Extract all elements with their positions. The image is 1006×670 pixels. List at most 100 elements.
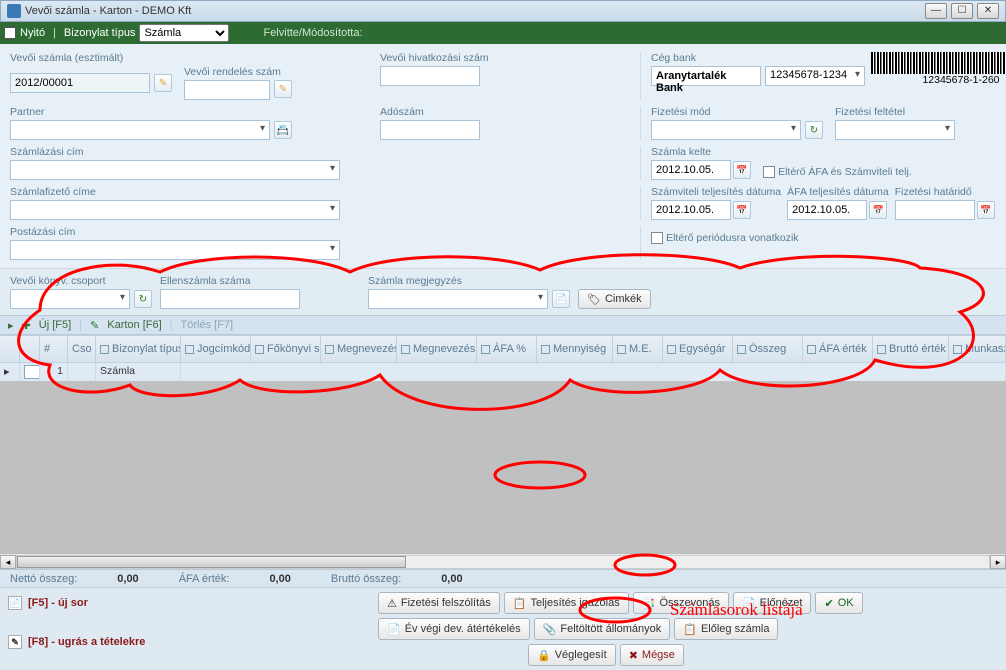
payment-mode-select[interactable] [651,120,801,140]
lines-toolbar: ▸ ✚ Új [F5] | ✎ Karton [F6] | Törlés [F7… [0,315,1006,335]
invoice-date-calendar-icon[interactable]: 📅 [733,161,751,179]
col-fokonyvi[interactable]: Főkönyvi számlaszám [251,336,321,363]
minimize-button[interactable]: — [925,3,947,19]
edit-order-icon[interactable]: ✎ [274,80,292,98]
karton-icon[interactable]: ✎ [90,319,99,332]
expand-icon[interactable]: ▸ [8,319,14,332]
cancel-button[interactable]: ✖Mégse [620,644,684,666]
col-type[interactable]: Bizonylat típus [96,336,181,363]
bank-account-select[interactable]: 12345678-1234 [765,66,865,86]
col-megnev[interactable]: Megnevezés [321,336,397,363]
col-megnev-idegen[interactable]: Megnevezés idegen nyelven [397,336,477,363]
invoice-number-input[interactable] [10,73,150,93]
karton-label[interactable]: Karton [F6] [107,319,161,331]
lines-grid: # Cso Bizonylat típus Jogcímkód Főkönyvi… [0,335,1006,569]
diff-period-label: Eltérő periódusra vonatkozik [666,232,799,244]
bank-name: Aranytartalék Bank [651,66,761,86]
hint-f8: ✎ [F8] - ugrás a tételekre [8,618,368,666]
payment-mode-refresh-icon[interactable]: ↻ [805,121,823,139]
mailing-address-select[interactable] [10,240,340,260]
accounting-date-label: Számviteli teljesítés dátuma [651,186,781,198]
scroll-left-icon[interactable]: ◂ [0,555,16,569]
uploaded-files-button[interactable]: 📎Feltöltött állományok [534,618,671,640]
col-jogcim[interactable]: Jogcímkód [181,336,251,363]
invoice-date-label: Számla kelte [651,146,751,158]
maximize-button[interactable]: ☐ [951,3,973,19]
accounting-date-input[interactable] [651,200,731,220]
barcode-text: 12345678-1-260 [922,74,999,86]
invoice-note-edit-icon[interactable]: 📄 [552,290,570,308]
col-me[interactable]: M.E. [613,336,663,363]
diff-vat-label: Eltérő ÁFA és Számviteli telj. [778,166,912,178]
brutto-value: 0,00 [441,573,462,585]
col-cso[interactable]: Cso [68,336,96,363]
contra-account-input[interactable] [160,289,300,309]
tax-number-input[interactable] [380,120,480,140]
hint-f5: 📄 [F5] - új sor [8,592,368,614]
partner-card-icon[interactable]: 📇 [274,121,292,139]
scroll-right-icon[interactable]: ▸ [990,555,1006,569]
finalize-button[interactable]: 🔒Véglegesít [528,644,616,666]
scroll-thumb[interactable] [17,556,406,568]
col-osszeg[interactable]: Összeg [733,336,803,363]
row-btype: Számla [96,363,181,381]
col-hash[interactable]: # [40,336,68,363]
barcode: 12345678-1-260 [871,52,1006,86]
grid-h-scrollbar[interactable]: ◂ ▸ [0,553,1006,569]
payer-address-select[interactable] [10,200,340,220]
new-line-icon[interactable]: ✚ [22,319,31,332]
main-toolbar: Nyitó | Bizonylat típus Számla Felvitte/… [0,22,1006,44]
billing-address-select[interactable] [10,160,340,180]
due-date-input[interactable] [895,200,975,220]
col-menny[interactable]: Mennyiség [537,336,613,363]
nyito-checkbox[interactable] [4,27,16,39]
payment-term-select[interactable] [835,120,955,140]
col-munka[interactable]: Munkaszám [949,336,1006,363]
reference-label: Vevői hivatkozási szám [380,52,630,64]
invoice-note-select[interactable] [368,289,548,309]
row-type-icon[interactable] [24,365,40,379]
invoice-note-label: Számla megjegyzés [368,275,570,287]
grid-body[interactable]: ▸ 1 Számla [0,363,1006,553]
col-egysegar[interactable]: Egységár [663,336,733,363]
close-button[interactable]: ✕ [977,3,999,19]
book-group-refresh-icon[interactable]: ↻ [134,290,152,308]
vat-date-calendar-icon[interactable]: 📅 [869,201,887,219]
section-meta: Vevői könyv. csoport ↻ Ellenszámla száma… [0,268,1006,315]
diff-period-checkbox[interactable] [651,232,663,244]
year-end-reval-button[interactable]: 📄Év végi dev. átértékelés [378,618,530,640]
table-row[interactable]: ▸ 1 Számla [0,363,1006,381]
tags-button[interactable]: 🏷Cimkék [578,289,651,309]
vat-date-input[interactable] [787,200,867,220]
advance-invoice-button[interactable]: 📋Előleg számla [674,618,778,640]
partner-select[interactable] [10,120,270,140]
reference-input[interactable] [380,66,480,86]
due-date-calendar-icon[interactable]: 📅 [977,201,995,219]
order-number-input[interactable] [184,80,270,100]
invoice-date-input[interactable] [651,160,731,180]
afa-value: 0,00 [269,573,290,585]
book-group-label: Vevői könyv. csoport [10,275,152,287]
fulfillment-cert-button[interactable]: 📋Teljesítés igazolás [504,592,629,614]
app-icon [7,4,21,18]
payment-reminder-button[interactable]: ⚠Fizetési felszólítás [378,592,500,614]
book-group-select[interactable] [10,289,130,309]
grid-header: # Cso Bizonylat típus Jogcímkód Főkönyvi… [0,335,1006,363]
afa-label: ÁFA érték: [179,573,230,585]
col-icon [0,336,20,363]
col-afaertek[interactable]: ÁFA érték [803,336,873,363]
diff-vat-checkbox[interactable] [763,166,775,178]
edit-invoice-icon[interactable]: ✎ [154,74,172,92]
payment-mode-label: Fizetési mód [651,106,823,118]
tax-number-label: Adószám [380,106,630,118]
col-afa[interactable]: ÁFA % [477,336,537,363]
bizonylat-tipus-label: Bizonylat típus [64,27,136,39]
bizonylat-tipus-select[interactable]: Számla [139,24,229,42]
row-num: 1 [40,363,68,381]
accounting-date-calendar-icon[interactable]: 📅 [733,201,751,219]
partner-label: Partner [10,106,370,118]
col-brutto[interactable]: Bruttó érték [873,336,949,363]
new-line-label[interactable]: Új [F5] [39,319,71,331]
ok-button[interactable]: ✔OK [815,592,862,614]
hint-f5-icon: 📄 [8,596,22,610]
